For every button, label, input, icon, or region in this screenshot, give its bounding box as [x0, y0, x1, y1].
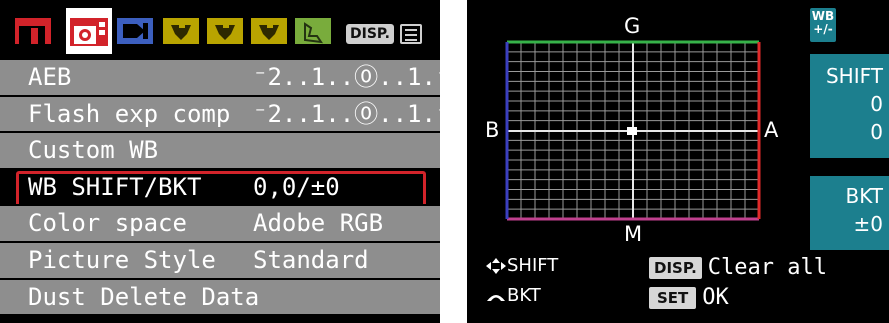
menu-item-flash-exp-comp[interactable]: Flash exp comp ⁻2..1..⓪..1.⁺2 — [0, 96, 440, 134]
wb-shift-icon: WB +/- — [810, 8, 836, 42]
shift-value-gm: 0 — [870, 120, 883, 144]
menu-item-color-space[interactable]: Color space Adobe RGB — [0, 206, 440, 243]
bkt-title: BKT — [845, 184, 884, 208]
camera-menu-screen: DISP. AEB ⁻2..1..⓪..1.⁺2 Flash exp comp … — [0, 0, 440, 323]
menu-item-label: Flash exp comp — [28, 99, 231, 128]
menu-tab-bar: DISP. — [0, 0, 440, 60]
menu-list: AEB ⁻2..1..⓪..1.⁺2 Flash exp comp ⁻2..1.… — [0, 60, 440, 317]
menu-item-value: ⁻2..1..⓪..1.⁺2 — [253, 99, 440, 128]
menu-item-label: Custom WB — [28, 136, 159, 165]
axis-label-amber: A — [764, 118, 779, 142]
info-list-icon — [400, 24, 422, 44]
wb-shift-screen: G M B A WB +/- SHIFT 0 0 BKT ±0 SHIFT BK… — [467, 0, 889, 323]
help-shift-label: SHIFT — [507, 255, 559, 276]
menu-item-label: WB SHIFT/BKT — [28, 172, 202, 201]
menu-item-label: Dust Delete Data — [28, 282, 260, 311]
axis-label-blue: B — [485, 118, 500, 142]
my-menu-tab[interactable] — [294, 14, 332, 48]
wb-icon-bottom-text: +/- — [813, 22, 833, 36]
help-set-ok: SET OK — [649, 285, 729, 310]
playback-menu-tab[interactable] — [116, 14, 154, 48]
menu-item-value: ⁻2..1..⓪..1.⁺2 — [253, 63, 440, 91]
menu-item-label: Color space — [28, 209, 187, 238]
playback-menu-icon — [117, 18, 153, 44]
shift-panel: SHIFT 0 0 — [810, 54, 889, 158]
setup-menu-1-icon — [163, 18, 199, 44]
help-disp-clear: DISP. Clear all — [649, 255, 827, 280]
shooting-menu-1-icon — [15, 18, 51, 44]
my-menu-icon — [295, 18, 331, 44]
wb-shift-cursor — [627, 127, 637, 135]
setup-menu-3-tab[interactable] — [250, 14, 288, 48]
main-dial-icon — [487, 294, 505, 301]
menu-item-value: Adobe RGB — [253, 209, 384, 238]
disp-action: Clear all — [707, 255, 827, 280]
menu-item-custom-wb[interactable]: Custom WB — [0, 133, 440, 170]
bkt-value: ±0 — [853, 212, 883, 236]
menu-item-aeb[interactable]: AEB ⁻2..1..⓪..1.⁺2 — [0, 60, 440, 97]
menu-item-label: Picture Style — [28, 245, 216, 274]
shooting-menu-2-icon — [70, 18, 108, 46]
menu-item-dust-delete-data[interactable]: Dust Delete Data — [0, 279, 440, 317]
menu-item-wb-shift-bkt[interactable]: WB SHIFT/BKT 0,0/±0 — [0, 169, 440, 207]
setup-menu-2-icon — [207, 18, 243, 44]
set-key[interactable]: SET — [649, 286, 697, 309]
menu-item-value: Standard — [253, 245, 369, 274]
setup-menu-2-tab[interactable] — [206, 14, 244, 48]
menu-item-value: 0,0/±0 — [253, 172, 340, 201]
set-action: OK — [702, 285, 729, 310]
cross-keys-icon — [486, 257, 506, 274]
axis-label-green: G — [624, 14, 641, 38]
shooting-menu-1-tab[interactable] — [14, 14, 52, 48]
menu-item-label: AEB — [28, 63, 72, 91]
axis-label-magenta: M — [624, 222, 643, 246]
help-bkt-label: BKT — [507, 285, 541, 306]
setup-menu-3-icon — [251, 18, 287, 44]
disp-button[interactable]: DISP. — [346, 24, 394, 44]
shift-value-ba: 0 — [870, 92, 883, 116]
shooting-menu-2-tab[interactable] — [66, 8, 112, 54]
bkt-panel: BKT ±0 — [810, 176, 889, 250]
menu-item-picture-style[interactable]: Picture Style Standard — [0, 242, 440, 280]
help-shift: SHIFT — [485, 255, 558, 276]
shift-title: SHIFT — [825, 64, 883, 88]
help-bkt: BKT — [485, 285, 541, 306]
disp-key[interactable]: DISP. — [649, 256, 702, 279]
setup-menu-1-tab[interactable] — [162, 14, 200, 48]
